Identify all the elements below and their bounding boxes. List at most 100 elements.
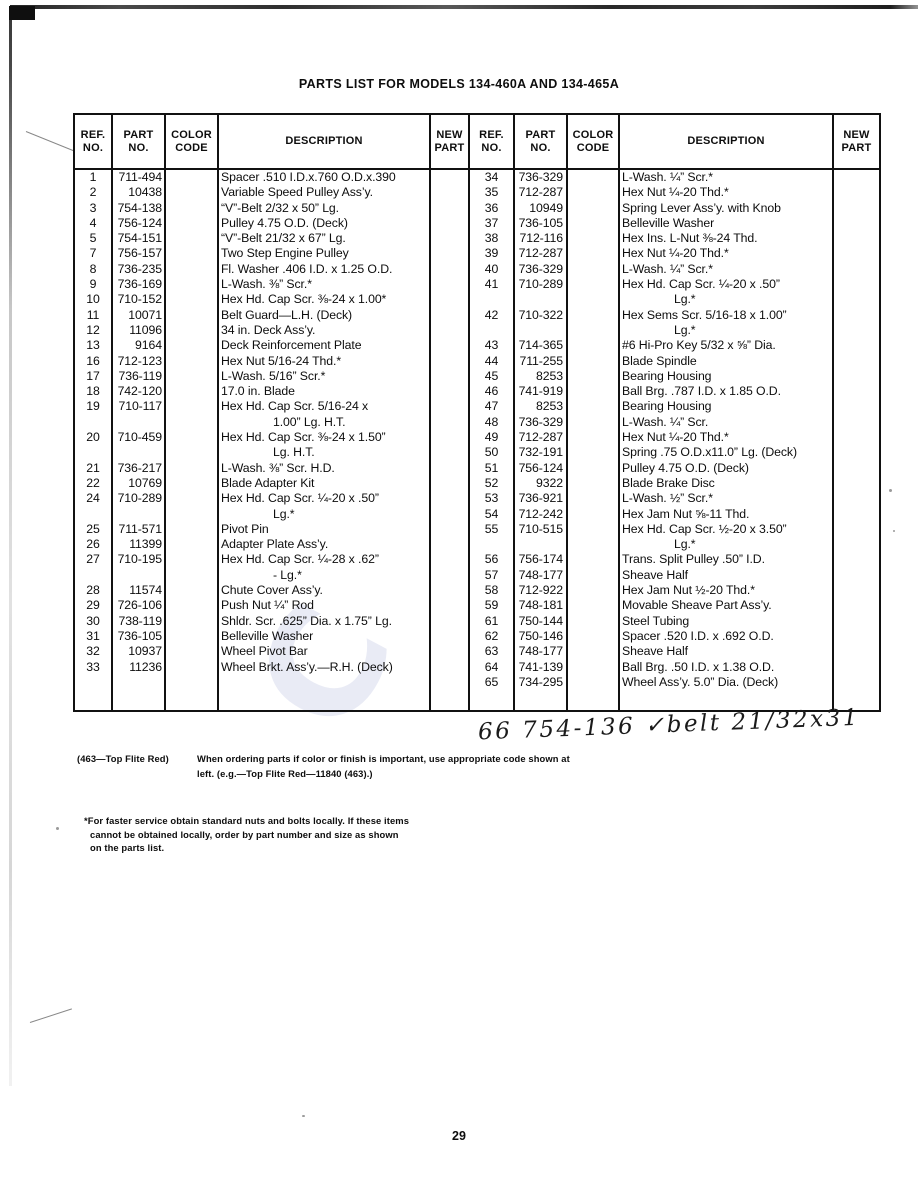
cell-description: Sheave Half (622, 567, 688, 582)
cell-description: Spring Lever Ass’y. with Knob (622, 200, 781, 215)
cell-ref-no: 55 (484, 521, 499, 536)
cell-part-no: 736-329 (518, 170, 564, 184)
cell-description: Hex Jam Nut ½-20 Thd.* (622, 583, 755, 598)
cell-ref-no: 64 (484, 659, 499, 674)
cell-ref-no: 65 (484, 674, 499, 689)
cell-description: Steel Tubing (622, 613, 690, 628)
cell-description: Hex Ins. L-Nut ⅜-24 Thd. (622, 231, 758, 246)
cell-part-no: 712-287 (518, 430, 564, 445)
cell-ref-no: 50 (484, 445, 499, 460)
cell-description: Belleville Washer (622, 215, 715, 230)
cell-description-continued: Lg.* (674, 322, 696, 337)
header-color-code-left: COLOR CODE (171, 128, 212, 154)
table-row: 34 736-329 L-Wash. ¼” Scr.* (75, 170, 879, 185)
cell-description: Trans. Split Pulley .50” I.D. (622, 552, 765, 567)
cell-description: Wheel Ass’y. 5.0” Dia. (Deck) (622, 674, 779, 689)
cell-description: Blade Spindle (622, 353, 697, 368)
table-row: 59 748-181 Movable Sheave Part Ass’y. (75, 598, 879, 613)
cell-part-no: 710-515 (518, 521, 564, 536)
table-row: 45 8253 Bearing Housing (75, 369, 879, 384)
cell-ref-no: 41 (484, 277, 499, 292)
cell-ref-no: 58 (484, 583, 499, 598)
cell-part-no: 748-181 (518, 598, 564, 613)
cell-ref-no: 47 (484, 399, 499, 414)
service-note: *For faster service obtain standard nuts… (84, 814, 484, 855)
table-row: 52 9322 Blade Brake Disc (75, 476, 879, 491)
color-code-note: (463—Top Flite Red) When ordering parts i… (77, 752, 697, 781)
cell-description: Hex Hd. Cap Scr. ½-20 x 3.50” (622, 521, 787, 536)
table-row: 53 736-921 L-Wash. ½” Scr.* (75, 491, 879, 506)
cell-ref-no: 52 (484, 475, 499, 490)
cell-ref-no: 57 (484, 567, 499, 582)
table-row: 50 732-191 Spring .75 O.D.x11.0” Lg. (Deck… (75, 445, 879, 460)
cell-part-no: 710-289 (518, 277, 564, 292)
cell-description: Bearing Housing (622, 368, 712, 383)
cell-description: Bearing Housing (622, 399, 712, 414)
table-row: 56 756-174 Trans. Split Pulley .50” I.D. (75, 552, 879, 567)
table-row: 65 734-295 Wheel Ass’y. 5.0” Dia. (Deck) (75, 675, 879, 690)
cell-ref-no: 42 (484, 307, 499, 322)
header-color-code-right: COLOR CODE (572, 128, 614, 154)
table-row: 37 736-105 Belleville Washer (75, 216, 879, 231)
color-code-label: (463—Top Flite Red) (77, 753, 169, 764)
table-row: 62 750-146 Spacer .520 I.D. x .692 O.D. (75, 629, 879, 644)
scan-speck (56, 827, 59, 830)
header-description-right: DESCRIPTION (687, 135, 765, 148)
header-part-no-right: PART NO. (525, 128, 556, 154)
cell-ref-no: 39 (484, 246, 499, 261)
table-row: 36 10949 Spring Lever Ass’y. with Knob (75, 201, 879, 216)
cell-description: L-Wash. ¼” Scr.* (622, 261, 713, 276)
color-code-note-line2: left. (e.g.—Top Flite Red—11840 (463).) (197, 767, 373, 779)
cell-ref-no: 37 (484, 215, 499, 230)
cell-description: Pulley 4.75 O.D. (Deck) (622, 460, 749, 475)
table-row: 46 741-919 Ball Brg. .787 I.D. x 1.85 O.D. (75, 384, 879, 399)
cell-description-continued: Lg.* (674, 537, 696, 552)
cell-ref-no: 48 (484, 414, 499, 429)
scan-speck (302, 1115, 305, 1117)
cell-description: Hex Nut ¼-20 Thd.* (622, 246, 729, 261)
table-row: 43 714-365 #6 Hi-Pro Key 5/32 x ⅝” Dia. (75, 338, 879, 353)
table-row: 41 710-289 Hex Hd. Cap Scr. ¼-20 x .50” Lg.… (75, 277, 879, 308)
header-ref-no-right: REF. NO. (479, 128, 504, 154)
cell-description: L-Wash. ¼” Scr.* (622, 170, 713, 184)
cell-ref-no: 44 (484, 353, 499, 368)
header-new-part-left: NEW PART (434, 128, 465, 154)
table-row: 40 736-329 L-Wash. ¼” Scr.* (75, 262, 879, 277)
cell-part-no: 712-287 (518, 246, 564, 261)
cell-ref-no: 46 (484, 384, 499, 399)
scan-edge-left (9, 6, 12, 1086)
cell-description-continued: Lg.* (674, 292, 696, 307)
cell-part-no: 748-177 (518, 567, 564, 582)
cell-part-no: 750-144 (518, 613, 564, 628)
table-row: 42 710-322 Hex Sems Scr. 5/16-18 x 1.00” Lg… (75, 308, 879, 339)
scan-edge-top (10, 5, 918, 9)
color-code-note-line1: When ordering parts if color or finish i… (197, 753, 570, 764)
header-new-part-right: NEW PART (841, 128, 872, 154)
cell-ref-no: 62 (484, 628, 499, 643)
page-number: 29 (452, 1129, 466, 1143)
table-row: 54 712-242 Hex Jam Nut ⅝-11 Thd. (75, 507, 879, 522)
cell-description: Spring .75 O.D.x11.0” Lg. (Deck) (622, 445, 797, 460)
header-part-no-left: PART NO. (123, 128, 154, 154)
cell-description: Ball Brg. .787 I.D. x 1.85 O.D. (622, 384, 781, 399)
cell-ref-no: 53 (484, 491, 499, 506)
cell-ref-no: 51 (484, 460, 499, 475)
cell-part-no: 750-146 (518, 628, 564, 643)
table-row: 51 756-124 Pulley 4.75 O.D. (Deck) (75, 461, 879, 476)
cell-part-no: 711-255 (519, 353, 563, 368)
cell-ref-no: 61 (484, 613, 499, 628)
service-note-line1: *For faster service obtain standard nuts… (84, 815, 410, 826)
cell-part-no: 732-191 (518, 445, 564, 460)
table-row: 38 712-116 Hex Ins. L-Nut ⅜-24 Thd. (75, 231, 879, 246)
cell-part-no: 712-116 (519, 231, 563, 246)
cell-part-no: 712-287 (518, 185, 564, 200)
cell-description: Hex Hd. Cap Scr. ¼-20 x .50” (622, 277, 780, 292)
cell-description: Sheave Half (622, 644, 688, 659)
table-row: 63 748-177 Sheave Half (75, 644, 879, 659)
cell-part-no: 756-174 (518, 552, 564, 567)
cell-part-no: 734-295 (518, 674, 564, 689)
table-row: 44 711-255 Blade Spindle (75, 354, 879, 369)
cell-description: Hex Nut ¼-20 Thd.* (622, 185, 729, 200)
table-row: 58 712-922 Hex Jam Nut ½-20 Thd.* (75, 583, 879, 598)
cell-ref-no: 56 (484, 552, 499, 567)
